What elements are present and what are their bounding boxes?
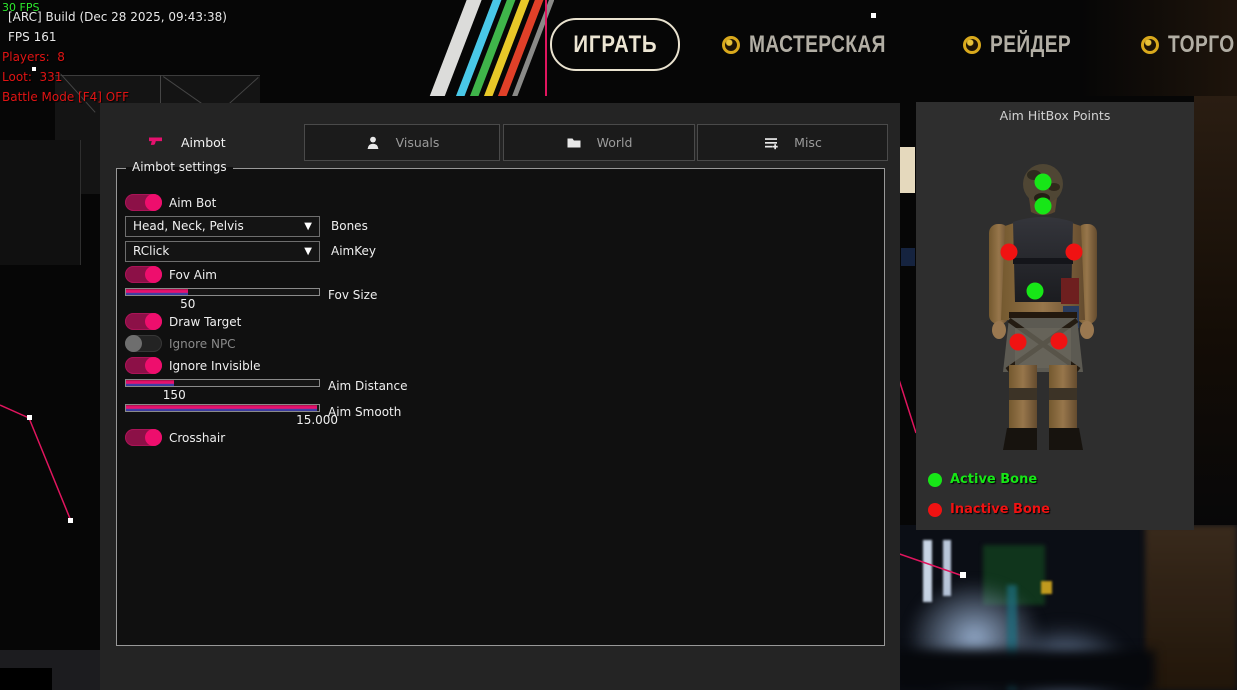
ignore-invisible-label: Ignore Invisible xyxy=(169,359,260,373)
toggle-knob xyxy=(145,357,162,374)
hitbox-panel-title: Aim HitBox Points xyxy=(916,108,1194,123)
active-bone-dot-icon xyxy=(928,473,942,487)
fov-size-label: Fov Size xyxy=(328,288,377,302)
hitbox-point-left-knee[interactable] xyxy=(1010,334,1027,351)
aimkey-dropdown-value: RClick xyxy=(133,244,169,258)
crosshair-toggle[interactable] xyxy=(125,429,162,446)
legend-inactive-bone: Inactive Bone xyxy=(928,502,1050,517)
esp-marker xyxy=(68,518,73,523)
tab-label: Aimbot xyxy=(181,135,226,150)
fov-aim-label: Fov Aim xyxy=(169,268,217,282)
crosshair-label: Crosshair xyxy=(169,431,225,445)
hitbox-point-pelvis[interactable] xyxy=(1027,283,1044,300)
group-title: Aimbot settings xyxy=(126,160,233,174)
sliders-icon xyxy=(763,135,779,151)
slider-fill xyxy=(126,289,188,295)
aim-distance-value: 150 xyxy=(163,388,186,402)
tab-aimbot[interactable]: Aimbot xyxy=(148,134,226,150)
fov-size-slider[interactable]: 50 xyxy=(125,288,320,296)
legend-label: Active Bone xyxy=(950,472,1037,487)
esp-marker xyxy=(960,572,966,578)
bones-dropdown-value: Head, Neck, Pelvis xyxy=(133,219,244,233)
slider-fill xyxy=(126,380,174,386)
aim-smooth-slider[interactable]: 15.000 xyxy=(125,404,320,412)
esp-marker xyxy=(871,13,876,18)
legend-active-bone: Active Bone xyxy=(928,472,1037,487)
aim-bot-toggle[interactable] xyxy=(125,194,162,211)
aimkey-label: AimKey xyxy=(331,244,376,258)
aim-smooth-label: Aim Smooth xyxy=(328,405,401,419)
hitbox-point-neck[interactable] xyxy=(1035,198,1052,215)
aimkey-dropdown[interactable]: RClick ▼ xyxy=(125,241,320,262)
fov-size-value: 50 xyxy=(180,297,195,311)
tab-visuals[interactable]: Visuals xyxy=(304,124,500,161)
aim-hitbox-panel: Aim HitBox Points xyxy=(916,102,1194,530)
tab-label: World xyxy=(597,135,633,150)
aimbot-settings-group: Aimbot settings Aim Bot Head, Neck, Pelv… xyxy=(116,168,885,646)
tab-world[interactable]: World xyxy=(503,124,695,161)
ignore-npc-label: Ignore NPC xyxy=(169,337,236,351)
dropdown-arrow-icon: ▼ xyxy=(304,242,312,261)
inactive-bone-dot-icon xyxy=(928,503,942,517)
draw-target-label: Draw Target xyxy=(169,315,241,329)
toggle-knob xyxy=(145,194,162,211)
bones-label: Bones xyxy=(331,219,368,233)
ignore-invisible-toggle[interactable] xyxy=(125,357,162,374)
screen: 30 FPS [ARC] Build (Dec 28 2025, 09:43:3… xyxy=(0,0,1237,690)
cheat-menu-panel: Aimbot Visuals World Misc xyxy=(100,103,900,690)
person-icon xyxy=(365,135,381,151)
bones-dropdown[interactable]: Head, Neck, Pelvis ▼ xyxy=(125,216,320,237)
hitbox-point-left-shoulder[interactable] xyxy=(1001,244,1018,261)
hitbox-point-right-shoulder[interactable] xyxy=(1066,244,1083,261)
esp-marker xyxy=(27,415,32,420)
dropdown-arrow-icon: ▼ xyxy=(304,217,312,236)
toggle-knob xyxy=(145,429,162,446)
tab-misc[interactable]: Misc xyxy=(697,124,888,161)
draw-target-toggle[interactable] xyxy=(125,313,162,330)
tab-label: Misc xyxy=(794,135,822,150)
esp-marker xyxy=(32,67,36,71)
pistol-icon xyxy=(148,134,164,150)
aim-distance-label: Aim Distance xyxy=(328,379,408,393)
folder-icon xyxy=(566,135,582,151)
hitbox-point-right-knee[interactable] xyxy=(1051,333,1068,350)
hitbox-point-head[interactable] xyxy=(1035,174,1052,191)
ignore-npc-toggle[interactable] xyxy=(125,335,162,352)
legend-label: Inactive Bone xyxy=(950,502,1050,517)
toggle-knob xyxy=(125,335,142,352)
toggle-knob xyxy=(145,266,162,283)
slider-fill xyxy=(126,405,317,411)
toggle-knob xyxy=(145,313,162,330)
fov-aim-toggle[interactable] xyxy=(125,266,162,283)
tab-label: Visuals xyxy=(396,135,440,150)
aim-distance-slider[interactable]: 150 xyxy=(125,379,320,387)
aim-bot-label: Aim Bot xyxy=(169,196,216,210)
